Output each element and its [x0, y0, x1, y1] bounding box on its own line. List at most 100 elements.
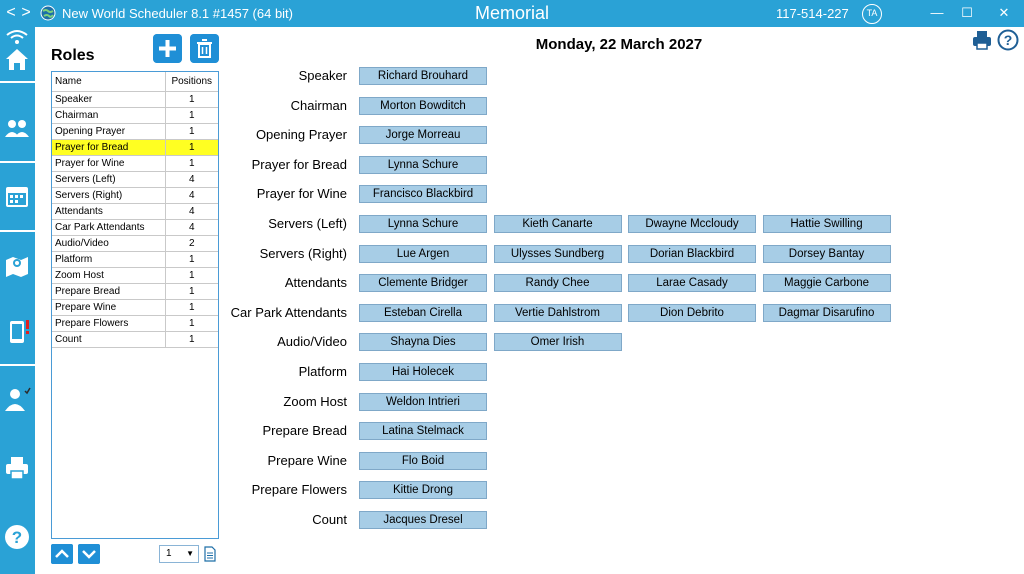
role-row[interactable]: Prepare Flowers 1: [52, 315, 218, 332]
role-row[interactable]: Audio/Video 2: [52, 235, 218, 252]
role-row[interactable]: Chairman 1: [52, 107, 218, 124]
help-icon[interactable]: ?: [3, 523, 31, 551]
assignment-slot[interactable]: Lynna Schure: [359, 215, 487, 233]
help-circle-icon[interactable]: ?: [997, 29, 1019, 51]
assignment-slot[interactable]: Dwayne Mccloudy: [628, 215, 756, 233]
phone-alert-icon[interactable]: [3, 318, 31, 346]
assignment-slot[interactable]: Esteban Cirella: [359, 303, 487, 322]
roles-table-header: Name Positions: [52, 72, 218, 92]
assignment-slot[interactable]: Lue Argen: [359, 244, 487, 263]
role-row[interactable]: Speaker 1: [52, 91, 218, 108]
assignment-slot[interactable]: Dorsey Bantay: [762, 244, 891, 263]
add-role-button[interactable]: [153, 34, 182, 63]
assignment-role-label: Chairman: [290, 97, 347, 113]
assignment-slot[interactable]: Shayna Dies: [359, 333, 487, 352]
move-down-button[interactable]: [78, 544, 100, 564]
assignment-slot[interactable]: Kieth Canarte: [493, 215, 622, 233]
back-button[interactable]: <: [4, 4, 18, 22]
assignment-slot[interactable]: Omer Irish: [493, 333, 622, 352]
assignment-slot[interactable]: Hattie Swilling: [762, 215, 891, 233]
move-up-button[interactable]: [51, 544, 73, 564]
minimize-button[interactable]: —: [922, 3, 952, 23]
home-icon[interactable]: [3, 45, 31, 73]
assignment-slot[interactable]: Dion Debrito: [628, 303, 756, 322]
role-row[interactable]: Servers (Right) 4: [52, 187, 218, 204]
assignment-slot[interactable]: Randy Chee: [493, 274, 622, 293]
assignment-slot[interactable]: Lynna Schure: [359, 155, 487, 174]
role-positions-cell: 1: [164, 91, 218, 108]
role-positions-cell: 1: [164, 139, 218, 156]
person-check-icon[interactable]: [3, 385, 31, 413]
role-positions-cell: 1: [164, 155, 218, 172]
role-name-cell: Attendants: [52, 203, 165, 220]
assignment-slot[interactable]: Latina Stelmack: [359, 422, 487, 441]
role-row[interactable]: Platform 1: [52, 251, 218, 268]
role-row[interactable]: Zoom Host 1: [52, 267, 218, 284]
maximize-button[interactable]: ☐: [952, 3, 982, 23]
assignment-slot[interactable]: Jacques Dresel: [359, 511, 487, 529]
role-positions-cell: 1: [164, 251, 218, 268]
assignment-slot[interactable]: Dorian Blackbird: [628, 244, 756, 263]
assignment-role-label: Platform: [298, 364, 347, 379]
role-row[interactable]: Prepare Bread 1: [52, 283, 218, 300]
role-name-cell: Zoom Host: [52, 267, 165, 284]
svg-text:?: ?: [12, 528, 22, 547]
assignment-role-label: Prepare Wine: [267, 452, 347, 468]
role-name-cell: Servers (Left): [52, 171, 165, 188]
assignment-role-label: Prayer for Wine: [256, 186, 347, 202]
role-name-cell: Audio/Video: [52, 235, 165, 252]
role-row[interactable]: Count 1: [52, 331, 218, 348]
role-row[interactable]: Attendants 4: [52, 203, 218, 220]
close-button[interactable]: ✕: [989, 3, 1019, 23]
role-positions-cell: 1: [164, 123, 218, 140]
role-name-cell: Prayer for Wine: [52, 155, 165, 172]
print-icon[interactable]: [971, 29, 993, 51]
role-positions-cell: 4: [164, 171, 218, 188]
assignment-slot[interactable]: Jorge Morreau: [359, 126, 487, 145]
page-select-value: 1: [166, 548, 172, 559]
role-name-cell: Speaker: [52, 91, 165, 108]
role-row[interactable]: Servers (Left) 4: [52, 171, 218, 188]
column-header-name[interactable]: Name: [52, 72, 165, 92]
role-name-cell: Prepare Flowers: [52, 315, 165, 332]
assignment-slot[interactable]: Vertie Dahlstrom: [493, 303, 622, 322]
assignment-slot[interactable]: Morton Bowditch: [359, 96, 487, 115]
assignment-slot[interactable]: Ulysses Sundberg: [493, 244, 622, 263]
role-name-cell: Prepare Bread: [52, 283, 165, 300]
map-icon[interactable]: [3, 252, 31, 280]
role-name-cell: Opening Prayer: [52, 123, 165, 140]
roles-title: Roles: [51, 47, 95, 64]
assignment-slot[interactable]: Kittie Drong: [359, 481, 487, 500]
user-avatar[interactable]: TA: [862, 4, 882, 24]
printer-icon[interactable]: [3, 454, 31, 482]
people-icon[interactable]: [3, 115, 31, 143]
assignment-slot[interactable]: Weldon Intrieri: [359, 392, 487, 411]
role-positions-cell: 1: [164, 267, 218, 284]
role-row[interactable]: Prepare Wine 1: [52, 299, 218, 316]
assignment-role-label: Servers (Left): [268, 216, 347, 231]
role-row[interactable]: Prayer for Bread 1: [52, 139, 218, 156]
page-select[interactable]: 1 ▼: [159, 545, 199, 563]
assignment-slot[interactable]: Maggie Carbone: [762, 274, 891, 293]
calendar-icon[interactable]: [3, 182, 31, 210]
assignment-slot[interactable]: Francisco Blackbird: [359, 185, 487, 204]
delete-role-button[interactable]: [190, 34, 219, 63]
role-positions-cell: 1: [164, 315, 218, 332]
assignment-slot[interactable]: Clemente Bridger: [359, 274, 487, 293]
role-name-cell: Servers (Right): [52, 187, 165, 204]
assignment-slot[interactable]: Larae Casady: [628, 274, 756, 293]
role-name-cell: Chairman: [52, 107, 165, 124]
assignment-slot[interactable]: Hai Holecek: [359, 363, 487, 381]
column-header-positions[interactable]: Positions: [164, 72, 218, 92]
role-name-cell: Prayer for Bread: [52, 139, 165, 156]
document-icon[interactable]: [204, 546, 216, 562]
title-bar: < > New World Scheduler 8.1 #1457 (64 bi…: [0, 0, 1024, 27]
assignment-slot[interactable]: Dagmar Disarufino: [762, 303, 891, 322]
forward-button[interactable]: >: [19, 4, 33, 22]
assignment-role-label: Speaker: [298, 68, 347, 83]
role-row[interactable]: Prayer for Wine 1: [52, 155, 218, 172]
assignment-slot[interactable]: Flo Boid: [359, 451, 487, 470]
role-row[interactable]: Opening Prayer 1: [52, 123, 218, 140]
assignment-slot[interactable]: Richard Brouhard: [359, 67, 487, 85]
role-row[interactable]: Car Park Attendants 4: [52, 219, 218, 236]
